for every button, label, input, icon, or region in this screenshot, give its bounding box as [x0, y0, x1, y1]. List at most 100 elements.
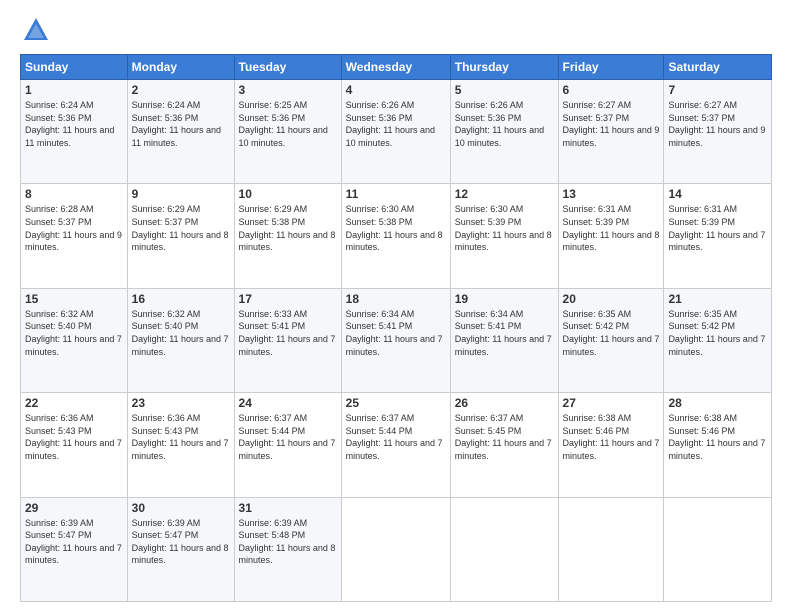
table-row: 31Sunrise: 6:39 AMSunset: 5:48 PMDayligh… — [234, 497, 341, 601]
day-info: Sunrise: 6:39 AMSunset: 5:47 PMDaylight:… — [132, 517, 230, 567]
day-number: 11 — [346, 187, 446, 201]
table-row: 5 Sunrise: 6:26 AMSunset: 5:36 PMDaylight… — [450, 80, 558, 184]
table-row: 21 Sunrise: 6:35 AMSunset: 5:42 PMDayligh… — [664, 288, 772, 392]
day-number: 19 — [455, 292, 554, 306]
day-info: Sunrise: 6:31 AMSunset: 5:39 PMDaylight:… — [668, 203, 767, 253]
day-number: 26 — [455, 396, 554, 410]
day-number: 10 — [239, 187, 337, 201]
col-wednesday: Wednesday — [341, 55, 450, 80]
table-row: 25 Sunrise: 6:37 AMSunset: 5:44 PMDayligh… — [341, 393, 450, 497]
day-number: 8 — [25, 187, 123, 201]
day-number: 12 — [455, 187, 554, 201]
day-info: Sunrise: 6:37 AMSunset: 5:45 PMDaylight:… — [455, 412, 554, 462]
day-number: 1 — [25, 83, 123, 97]
col-tuesday: Tuesday — [234, 55, 341, 80]
page: Sunday Monday Tuesday Wednesday Thursday… — [0, 0, 792, 612]
table-row: 13 Sunrise: 6:31 AMSunset: 5:39 PMDayligh… — [558, 184, 664, 288]
table-row: 11 Sunrise: 6:30 AMSunset: 5:38 PMDayligh… — [341, 184, 450, 288]
day-number: 30 — [132, 501, 230, 515]
table-row: 27Sunrise: 6:38 AMSunset: 5:46 PMDayligh… — [558, 393, 664, 497]
logo — [20, 16, 50, 44]
calendar-week-row: 8 Sunrise: 6:28 AMSunset: 5:37 PMDaylight… — [21, 184, 772, 288]
table-row: 4 Sunrise: 6:26 AMSunset: 5:36 PMDaylight… — [341, 80, 450, 184]
day-info: Sunrise: 6:27 AMSunset: 5:37 PMDaylight:… — [563, 99, 660, 149]
table-row: 20 Sunrise: 6:35 AMSunset: 5:42 PMDayligh… — [558, 288, 664, 392]
logo-icon — [22, 16, 50, 44]
day-info: Sunrise: 6:30 AMSunset: 5:38 PMDaylight:… — [346, 203, 446, 253]
day-number: 15 — [25, 292, 123, 306]
calendar-week-row: 29 Sunrise: 6:39 AMSunset: 5:47 PMDayligh… — [21, 497, 772, 601]
table-row: 10 Sunrise: 6:29 AMSunset: 5:38 PMDayligh… — [234, 184, 341, 288]
day-number: 17 — [239, 292, 337, 306]
calendar-week-row: 1 Sunrise: 6:24 AMSunset: 5:36 PMDaylight… — [21, 80, 772, 184]
day-info: Sunrise: 6:29 AMSunset: 5:37 PMDaylight:… — [132, 203, 230, 253]
day-number: 2 — [132, 83, 230, 97]
calendar-table: Sunday Monday Tuesday Wednesday Thursday… — [20, 54, 772, 602]
day-number: 6 — [563, 83, 660, 97]
day-number: 4 — [346, 83, 446, 97]
table-row: 30 Sunrise: 6:39 AMSunset: 5:47 PMDayligh… — [127, 497, 234, 601]
day-info: Sunrise: 6:29 AMSunset: 5:38 PMDaylight:… — [239, 203, 337, 253]
col-thursday: Thursday — [450, 55, 558, 80]
day-number: 29 — [25, 501, 123, 515]
calendar-week-row: 15 Sunrise: 6:32 AMSunset: 5:40 PMDayligh… — [21, 288, 772, 392]
day-number: 16 — [132, 292, 230, 306]
day-info: Sunrise: 6:36 AMSunset: 5:43 PMDaylight:… — [132, 412, 230, 462]
day-info: Sunrise: 6:34 AMSunset: 5:41 PMDaylight:… — [346, 308, 446, 358]
col-saturday: Saturday — [664, 55, 772, 80]
day-info: Sunrise: 6:39 AMSunset: 5:47 PMDaylight:… — [25, 517, 123, 567]
table-row: 2 Sunrise: 6:24 AMSunset: 5:36 PMDaylight… — [127, 80, 234, 184]
day-info: Sunrise: 6:32 AMSunset: 5:40 PMDaylight:… — [132, 308, 230, 358]
day-number: 20 — [563, 292, 660, 306]
header — [20, 16, 772, 44]
day-info: Sunrise: 6:36 AMSunset: 5:43 PMDaylight:… — [25, 412, 123, 462]
day-number: 7 — [668, 83, 767, 97]
day-info: Sunrise: 6:27 AMSunset: 5:37 PMDaylight:… — [668, 99, 767, 149]
day-number: 9 — [132, 187, 230, 201]
day-info: Sunrise: 6:28 AMSunset: 5:37 PMDaylight:… — [25, 203, 123, 253]
day-number: 28 — [668, 396, 767, 410]
table-row: 23 Sunrise: 6:36 AMSunset: 5:43 PMDayligh… — [127, 393, 234, 497]
col-friday: Friday — [558, 55, 664, 80]
calendar-week-row: 22 Sunrise: 6:36 AMSunset: 5:43 PMDayligh… — [21, 393, 772, 497]
day-number: 25 — [346, 396, 446, 410]
day-info: Sunrise: 6:35 AMSunset: 5:42 PMDaylight:… — [563, 308, 660, 358]
day-info: Sunrise: 6:38 AMSunset: 5:46 PMDaylight:… — [668, 412, 767, 462]
day-info: Sunrise: 6:24 AMSunset: 5:36 PMDaylight:… — [25, 99, 123, 149]
table-row: 16 Sunrise: 6:32 AMSunset: 5:40 PMDayligh… — [127, 288, 234, 392]
table-row: 3Sunrise: 6:25 AMSunset: 5:36 PMDaylight… — [234, 80, 341, 184]
day-number: 22 — [25, 396, 123, 410]
day-number: 5 — [455, 83, 554, 97]
table-row: 29 Sunrise: 6:39 AMSunset: 5:47 PMDayligh… — [21, 497, 128, 601]
day-number: 24 — [239, 396, 337, 410]
table-row: 6 Sunrise: 6:27 AMSunset: 5:37 PMDaylight… — [558, 80, 664, 184]
day-number: 18 — [346, 292, 446, 306]
day-info: Sunrise: 6:26 AMSunset: 5:36 PMDaylight:… — [346, 99, 446, 149]
day-info: Sunrise: 6:35 AMSunset: 5:42 PMDaylight:… — [668, 308, 767, 358]
table-row: 1 Sunrise: 6:24 AMSunset: 5:36 PMDaylight… — [21, 80, 128, 184]
table-row: 26 Sunrise: 6:37 AMSunset: 5:45 PMDayligh… — [450, 393, 558, 497]
table-row — [664, 497, 772, 601]
day-number: 13 — [563, 187, 660, 201]
day-number: 14 — [668, 187, 767, 201]
day-number: 31 — [239, 501, 337, 515]
day-number: 3 — [239, 83, 337, 97]
day-info: Sunrise: 6:26 AMSunset: 5:36 PMDaylight:… — [455, 99, 554, 149]
day-number: 23 — [132, 396, 230, 410]
day-info: Sunrise: 6:37 AMSunset: 5:44 PMDaylight:… — [346, 412, 446, 462]
day-number: 21 — [668, 292, 767, 306]
table-row: 14 Sunrise: 6:31 AMSunset: 5:39 PMDayligh… — [664, 184, 772, 288]
day-info: Sunrise: 6:24 AMSunset: 5:36 PMDaylight:… — [132, 99, 230, 149]
table-row: 24 Sunrise: 6:37 AMSunset: 5:44 PMDayligh… — [234, 393, 341, 497]
table-row: 17Sunrise: 6:33 AMSunset: 5:41 PMDayligh… — [234, 288, 341, 392]
table-row: 9 Sunrise: 6:29 AMSunset: 5:37 PMDaylight… — [127, 184, 234, 288]
table-row: 12 Sunrise: 6:30 AMSunset: 5:39 PMDayligh… — [450, 184, 558, 288]
day-info: Sunrise: 6:32 AMSunset: 5:40 PMDaylight:… — [25, 308, 123, 358]
table-row: 7 Sunrise: 6:27 AMSunset: 5:37 PMDaylight… — [664, 80, 772, 184]
table-row — [341, 497, 450, 601]
day-info: Sunrise: 6:37 AMSunset: 5:44 PMDaylight:… — [239, 412, 337, 462]
table-row: 22 Sunrise: 6:36 AMSunset: 5:43 PMDayligh… — [21, 393, 128, 497]
day-info: Sunrise: 6:31 AMSunset: 5:39 PMDaylight:… — [563, 203, 660, 253]
header-row: Sunday Monday Tuesday Wednesday Thursday… — [21, 55, 772, 80]
day-info: Sunrise: 6:30 AMSunset: 5:39 PMDaylight:… — [455, 203, 554, 253]
